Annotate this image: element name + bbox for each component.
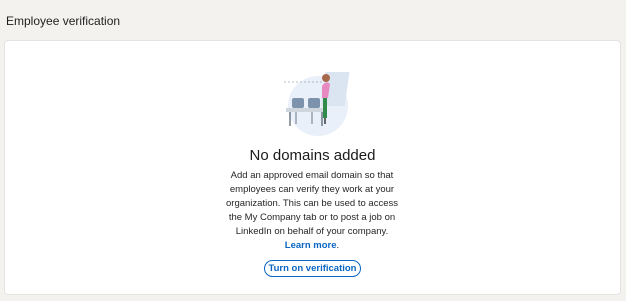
empty-state-card: No domains added Add an approved email d… [5, 41, 620, 294]
learn-more-link[interactable]: Learn more [285, 240, 337, 251]
section-title: Employee verification [6, 14, 121, 28]
empty-state-description: Add an approved email domain so that emp… [225, 169, 399, 253]
empty-state-title: No domains added [249, 147, 376, 164]
description-text: Add an approved email domain so that emp… [226, 170, 398, 237]
turn-on-verification-button[interactable]: Turn on verification [264, 260, 361, 277]
description-period: . [336, 240, 340, 251]
office-illustration-icon [284, 72, 350, 136]
